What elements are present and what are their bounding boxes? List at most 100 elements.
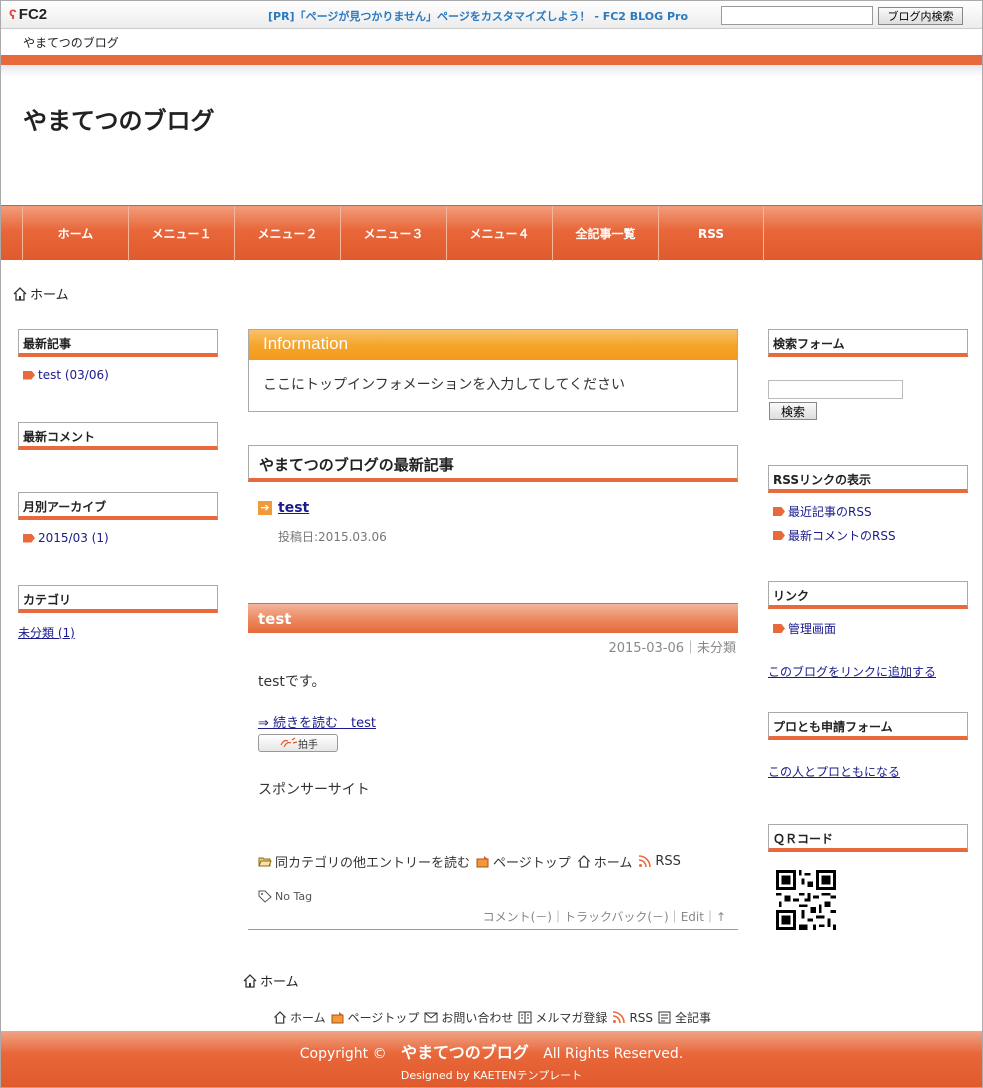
footer-mailmag-link[interactable]: メルマガ登録 <box>518 1009 607 1026</box>
entry-meta: 2015-03-06｜未分類 <box>608 641 736 656</box>
recent-article-item[interactable]: test (03/06) <box>23 368 109 382</box>
same-category-link[interactable]: 同カテゴリの他エントリーを読む <box>258 852 470 871</box>
entry-title[interactable]: test <box>248 603 738 633</box>
copyright-blog-name[interactable]: やまてつのブログ <box>401 1043 529 1062</box>
nav-rss[interactable]: RSS <box>658 206 764 261</box>
footer-page-top-text[interactable]: ページトップ <box>348 1009 420 1026</box>
monthly-archive-title: 月別アーカイブ <box>18 492 218 520</box>
admin-link[interactable]: 管理画面 <box>788 620 836 637</box>
designed-by[interactable]: Designed by KAETENテンプレート <box>1 1067 982 1083</box>
recent-articles-title: 最新記事 <box>18 329 218 357</box>
recent-article-link[interactable]: test (03/06) <box>38 368 109 382</box>
tag-icon <box>258 890 272 903</box>
footer-rss-link[interactable]: RSS <box>612 1011 653 1025</box>
clap-hands-icon <box>280 737 298 748</box>
nav-menu4[interactable]: メニュー４ <box>446 206 552 261</box>
page-top-text[interactable]: ページトップ <box>493 852 571 871</box>
arrow-tag-icon <box>23 533 35 543</box>
home-link[interactable]: ホーム <box>577 852 633 871</box>
home-icon <box>577 855 590 868</box>
footer-rss-text[interactable]: RSS <box>629 1011 653 1025</box>
rss-links-title: RSSリンクの表示 <box>768 465 968 493</box>
fc2-top-bar: ʕ FC2 [PR]「ページが見つかりません」ページをカスタマイズしよう！ - F… <box>1 1 982 29</box>
copyright: Copyright © やまてつのブログ All Rights Reserved… <box>1 1039 982 1063</box>
footer-all-articles-text[interactable]: 全記事 <box>675 1009 711 1026</box>
nav-menu2[interactable]: メニュー２ <box>234 206 340 261</box>
rss-recent-link[interactable]: 最近記事のRSS <box>788 503 872 520</box>
arrow-tag-icon <box>773 624 785 633</box>
sidebar-search-button[interactable]: 検索 <box>769 402 817 420</box>
top-stripe <box>1 55 982 65</box>
archive-link[interactable]: 2015/03 (1) <box>38 531 109 545</box>
information-title: Information <box>249 330 737 360</box>
site-footer: Copyright © やまてつのブログ All Rights Reserved… <box>1 1031 982 1087</box>
no-tag: No Tag <box>258 890 312 903</box>
entry-body: testです。 <box>258 674 326 690</box>
footer-contact-text[interactable]: お問い合わせ <box>441 1009 513 1026</box>
breadcrumb: ホーム <box>13 284 69 303</box>
proto-link[interactable]: この人とプロともになる <box>768 763 900 780</box>
read-more-link[interactable]: ⇒ 続きを読む test <box>258 712 376 731</box>
latest-article-date: 投稿日:2015.03.06 <box>278 530 387 544</box>
latest-article-link[interactable]: test <box>278 500 309 516</box>
blog-search-button[interactable]: ブログ内検索 <box>878 7 963 25</box>
entry-nav: 同カテゴリの他エントリーを読む ページトップ ホーム RSS <box>258 852 687 871</box>
latest-article-item[interactable]: ➔ test <box>258 500 309 516</box>
no-tag-text: No Tag <box>275 890 313 903</box>
nav-menu3[interactable]: メニュー３ <box>340 206 446 261</box>
arrow-tag-icon <box>773 531 785 540</box>
nav-all-articles[interactable]: 全記事一覧 <box>552 206 658 261</box>
page-top-icon <box>476 856 489 868</box>
proto-form-title: プロとも申請フォーム <box>768 712 968 740</box>
footer-home-text[interactable]: ホーム <box>290 1009 326 1026</box>
rss-comments-link[interactable]: 最新コメントのRSS <box>788 527 896 544</box>
footer-mailmag-text[interactable]: メルマガ登録 <box>535 1009 607 1026</box>
admin-link-item[interactable]: 管理画面 <box>773 620 836 637</box>
mail-icon <box>424 1012 438 1023</box>
top-shade <box>1 65 982 77</box>
footer-home-link[interactable]: ホーム <box>273 1009 326 1026</box>
home-text[interactable]: ホーム <box>594 852 633 871</box>
copyright-prefix: Copyright © <box>299 1046 387 1062</box>
rss-recent-item[interactable]: 最近記事のRSS <box>773 503 872 520</box>
footer-all-articles-link[interactable]: 全記事 <box>658 1009 711 1026</box>
sidebar-search-input[interactable] <box>768 380 903 399</box>
links-title: リンク <box>768 581 968 609</box>
home-icon <box>243 973 257 988</box>
nav-home[interactable]: ホーム <box>22 206 128 261</box>
nav-menu1[interactable]: メニュー１ <box>128 206 234 261</box>
folder-open-icon <box>258 857 272 867</box>
footer-contact-link[interactable]: お問い合わせ <box>424 1009 513 1026</box>
fc2-logo[interactable]: ʕ FC2 <box>9 6 47 23</box>
same-category-text[interactable]: 同カテゴリの他エントリーを読む <box>275 852 470 871</box>
page-top-icon <box>331 1012 344 1024</box>
home-icon <box>274 1011 286 1024</box>
sponsor-site-label: スポンサーサイト <box>258 782 370 798</box>
page-top-link[interactable]: ページトップ <box>476 852 571 871</box>
add-link-link[interactable]: このブログをリンクに追加する <box>768 663 936 680</box>
breadcrumb-bottom-home[interactable]: ホーム <box>260 971 299 990</box>
fc2-logo-text: FC2 <box>18 6 48 23</box>
document-icon <box>658 1011 671 1024</box>
rss-link[interactable]: RSS <box>638 854 681 869</box>
blog-search-input[interactable] <box>721 6 873 25</box>
rss-icon <box>613 1011 626 1024</box>
category-link[interactable]: 未分類 (1) <box>18 624 75 641</box>
arrow-tag-icon <box>773 507 785 516</box>
rss-text[interactable]: RSS <box>655 854 681 869</box>
breadcrumb-bottom: ホーム <box>243 971 299 990</box>
clap-button[interactable]: 拍手 <box>258 734 338 752</box>
blog-name-bar: やまてつのブログ <box>1 29 982 55</box>
entry-divider <box>248 929 738 930</box>
fc2-pr-link[interactable]: [PR]「ページが見つかりません」ページをカスタマイズしよう！ - FC2 BL… <box>268 8 688 24</box>
archive-item[interactable]: 2015/03 (1) <box>23 531 109 545</box>
fc2-cat-icon: ʕ <box>9 6 17 22</box>
footer-nav: ホーム ページトップ お問い合わせ メルマガ登録 RSS 全記事 <box>273 1009 716 1026</box>
rss-comments-item[interactable]: 最新コメントのRSS <box>773 527 896 544</box>
qr-code-title: ＱＲコード <box>768 824 968 852</box>
footer-page-top-link[interactable]: ページトップ <box>331 1009 420 1026</box>
breadcrumb-home[interactable]: ホーム <box>30 284 69 303</box>
entry-footer-links[interactable]: コメント(－)｜トラックバック(－)｜Edit｜↑ <box>483 908 726 925</box>
latest-articles-title: やまてつのブログの最新記事 <box>248 445 738 482</box>
blog-title[interactable]: やまてつのブログ <box>23 101 215 136</box>
